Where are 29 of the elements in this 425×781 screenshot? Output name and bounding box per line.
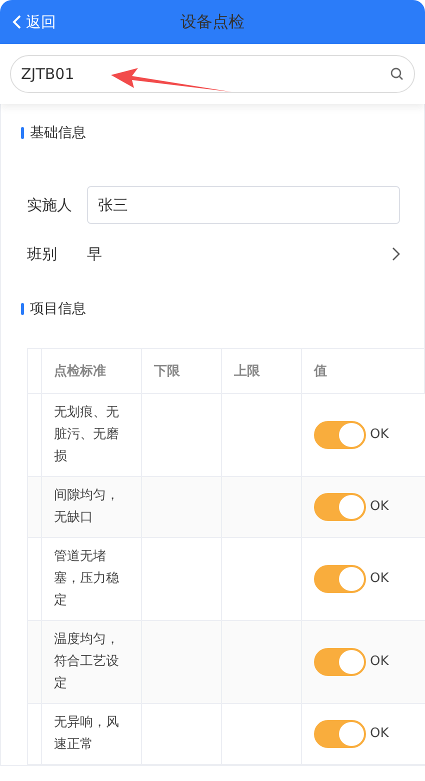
toggle-switch[interactable] (314, 493, 366, 521)
search-icon[interactable] (390, 67, 404, 81)
toggle-label: OK (370, 570, 389, 588)
toggle-switch[interactable] (314, 565, 366, 593)
chevron-right-icon (392, 247, 400, 261)
page-title: 设备点检 (180, 12, 246, 32)
table-cell: 间隙均匀，无缺口 (42, 476, 142, 538)
section-marker (21, 127, 24, 139)
search-text: ZJTB01 (21, 65, 74, 83)
field-label: 实施人 (27, 196, 73, 214)
table-cell: 无异响，风速正常 (42, 704, 142, 764)
toggle-switch[interactable] (314, 421, 366, 449)
back-button[interactable]: 返回 (12, 12, 56, 32)
toggle-label: OK (370, 653, 389, 671)
input-field[interactable]: 张三 (87, 186, 400, 224)
section-title: 基础信息 (30, 124, 86, 142)
table-cell: 无划痕、无脏污、无磨损 (42, 394, 142, 476)
toggle-label: OK (370, 498, 389, 516)
chevron-left-icon (12, 14, 22, 30)
field-label: 班别 (27, 244, 58, 264)
table-cell: 温度均匀，符合工艺设定 (42, 620, 142, 704)
toggle-label: OK (370, 426, 389, 444)
toggle-label: OK (370, 725, 389, 743)
select-field[interactable]: 早 (87, 244, 400, 264)
section-title: 项目信息 (30, 300, 86, 318)
toggle-switch[interactable] (314, 648, 366, 676)
table-cell: 管道无堵塞，压力稳定 (42, 538, 142, 620)
toggle-switch[interactable] (314, 720, 366, 748)
section-marker (21, 303, 24, 315)
